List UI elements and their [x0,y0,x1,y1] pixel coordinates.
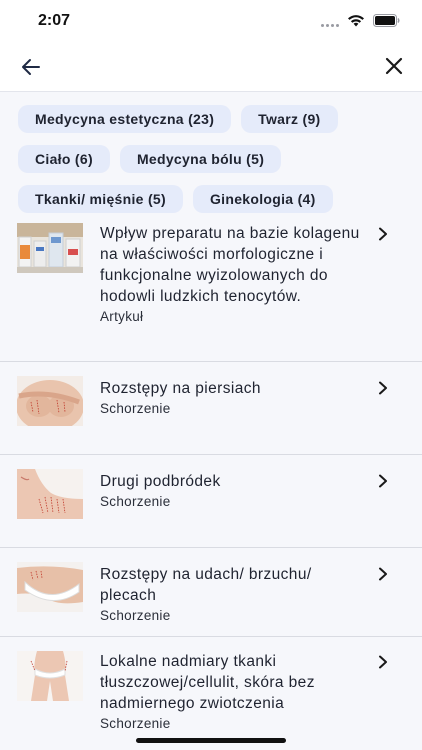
list-item[interactable]: Lokalne nadmiary tkanki tłuszczowej/cell… [0,637,422,750]
status-indicators [321,14,400,27]
chevron-right-icon [379,655,387,669]
battery-icon [373,14,400,27]
list-item[interactable]: Rozstępy na piersiach Schorzenie [0,362,422,455]
status-bar: 2:07 [0,0,422,44]
wifi-icon [348,15,364,27]
cellular-signal-icon [321,15,339,27]
result-type: Schorzenie [100,608,171,623]
breast-stretch-marks-thumbnail [17,376,83,426]
home-indicator[interactable] [136,738,286,743]
tag-chip-medycyna-estetyczna[interactable]: Medycyna estetyczna (23) [18,105,232,133]
results-list: Wpływ preparatu na bazie kolagenu na wła… [0,210,422,750]
result-text: Lokalne nadmiary tkanki tłuszczowej/cell… [100,651,370,733]
list-item[interactable]: Rozstępy na udach/ brzuchu/ plecach Scho… [0,548,422,637]
double-chin-thumbnail [17,469,83,519]
result-type: Artykuł [100,309,144,324]
tag-chip-cialo[interactable]: Ciało (6) [18,145,110,173]
result-type: Schorzenie [100,494,171,509]
result-title: Lokalne nadmiary tkanki tłuszczowej/cell… [100,653,315,712]
result-text: Drugi podbródek Schorzenie [100,471,370,511]
chevron-right-icon [379,474,387,488]
tag-chip-medycyna-bolu[interactable]: Medycyna bólu (5) [119,145,282,173]
list-item[interactable]: Wpływ preparatu na bazie kolagenu na wła… [0,210,422,362]
arrow-left-icon[interactable] [20,56,42,78]
chevron-right-icon [379,381,387,395]
status-time: 2:07 [38,12,71,29]
result-type: Schorzenie [100,401,171,416]
lab-thumbnail [17,223,83,273]
close-icon[interactable] [384,56,404,76]
chevron-right-icon [379,567,387,581]
thigh-stretch-marks-thumbnail [17,562,83,612]
cellulite-thumbnail [17,651,83,701]
tag-filter-list: Medycyna estetyczna (23) Twarz (9) Ciało… [18,105,408,213]
result-title: Wpływ preparatu na bazie kolagenu na wła… [100,225,360,305]
list-item[interactable]: Drugi podbródek Schorzenie [0,455,422,548]
result-title: Rozstępy na piersiach [100,380,261,397]
result-title: Rozstępy na udach/ brzuchu/ plecach [100,566,312,604]
chevron-right-icon [379,227,387,241]
tag-chip-twarz[interactable]: Twarz (9) [241,105,338,133]
tag-chip-ginekologia[interactable]: Ginekologia (4) [192,185,333,213]
navigation-bar [0,44,422,92]
tag-chip-tkanki-miesnie[interactable]: Tkanki/ mięśnie (5) [18,185,183,213]
result-text: Wpływ preparatu na bazie kolagenu na wła… [100,223,370,326]
result-type: Schorzenie [100,716,171,731]
result-text: Rozstępy na udach/ brzuchu/ plecach Scho… [100,564,370,625]
result-title: Drugi podbródek [100,473,221,490]
result-text: Rozstępy na piersiach Schorzenie [100,378,370,418]
